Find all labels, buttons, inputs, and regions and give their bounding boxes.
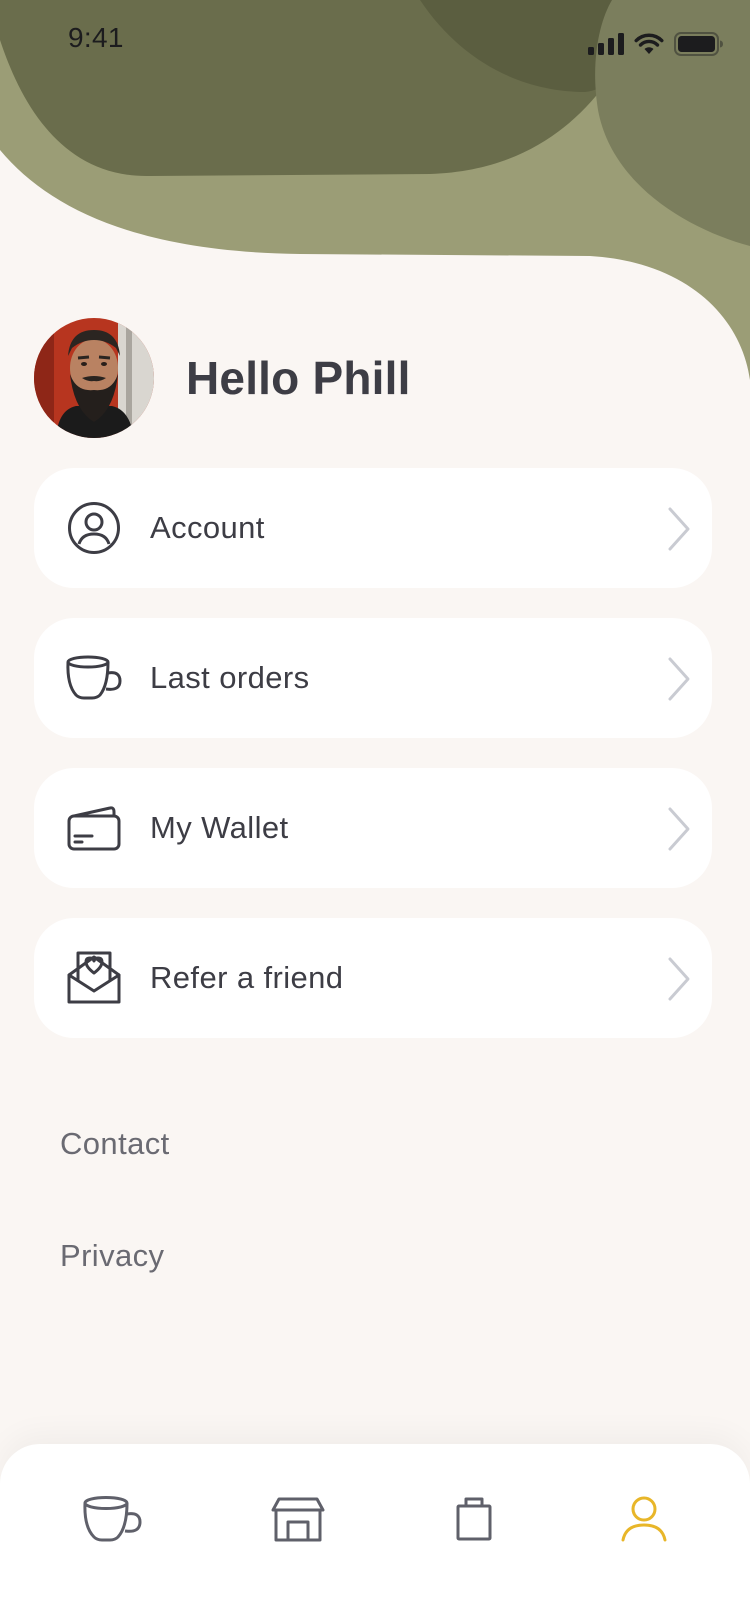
privacy-link[interactable]: Privacy — [60, 1238, 164, 1274]
wifi-icon — [634, 33, 664, 54]
tab-cart[interactable] — [434, 1484, 514, 1554]
shopping-bag-icon — [456, 1497, 492, 1541]
menu-item-my-wallet[interactable]: My Wallet — [34, 768, 712, 888]
user-circle-icon — [64, 500, 124, 556]
tab-profile[interactable] — [604, 1484, 684, 1554]
envelope-heart-icon — [64, 950, 124, 1006]
profile-menu: Account Last orders My Wallet Refer a fr… — [34, 468, 712, 1068]
status-icons — [588, 30, 724, 58]
cellular-signal-icon — [588, 33, 624, 55]
menu-item-last-orders[interactable]: Last orders — [34, 618, 712, 738]
contact-link[interactable]: Contact — [60, 1126, 170, 1162]
greeting-title: Hello Phill — [186, 352, 411, 404]
menu-item-refer-a-friend[interactable]: Refer a friend — [34, 918, 712, 1038]
chevron-right-icon — [668, 807, 690, 851]
menu-item-label: Account — [150, 510, 265, 545]
menu-item-label: Refer a friend — [150, 960, 344, 995]
menu-item-account[interactable]: Account — [34, 468, 712, 588]
chevron-right-icon — [668, 957, 690, 1001]
avatar[interactable] — [34, 318, 154, 438]
tab-menu[interactable] — [72, 1484, 152, 1554]
menu-item-label: Last orders — [150, 660, 310, 695]
cup-icon — [83, 1496, 142, 1542]
profile-header: Hello Phill — [34, 318, 411, 438]
tab-store[interactable] — [258, 1484, 338, 1554]
chevron-right-icon — [668, 507, 690, 551]
user-icon — [621, 1496, 667, 1542]
chevron-right-icon — [668, 657, 690, 701]
status-bar: 9:41 — [0, 0, 750, 88]
menu-item-label: My Wallet — [150, 810, 289, 845]
cup-icon — [64, 650, 124, 706]
bottom-tab-bar — [0, 1444, 750, 1624]
status-time: 9:41 — [68, 22, 124, 53]
store-icon — [271, 1497, 325, 1542]
battery-icon — [674, 32, 723, 56]
wallet-icon — [64, 800, 124, 856]
